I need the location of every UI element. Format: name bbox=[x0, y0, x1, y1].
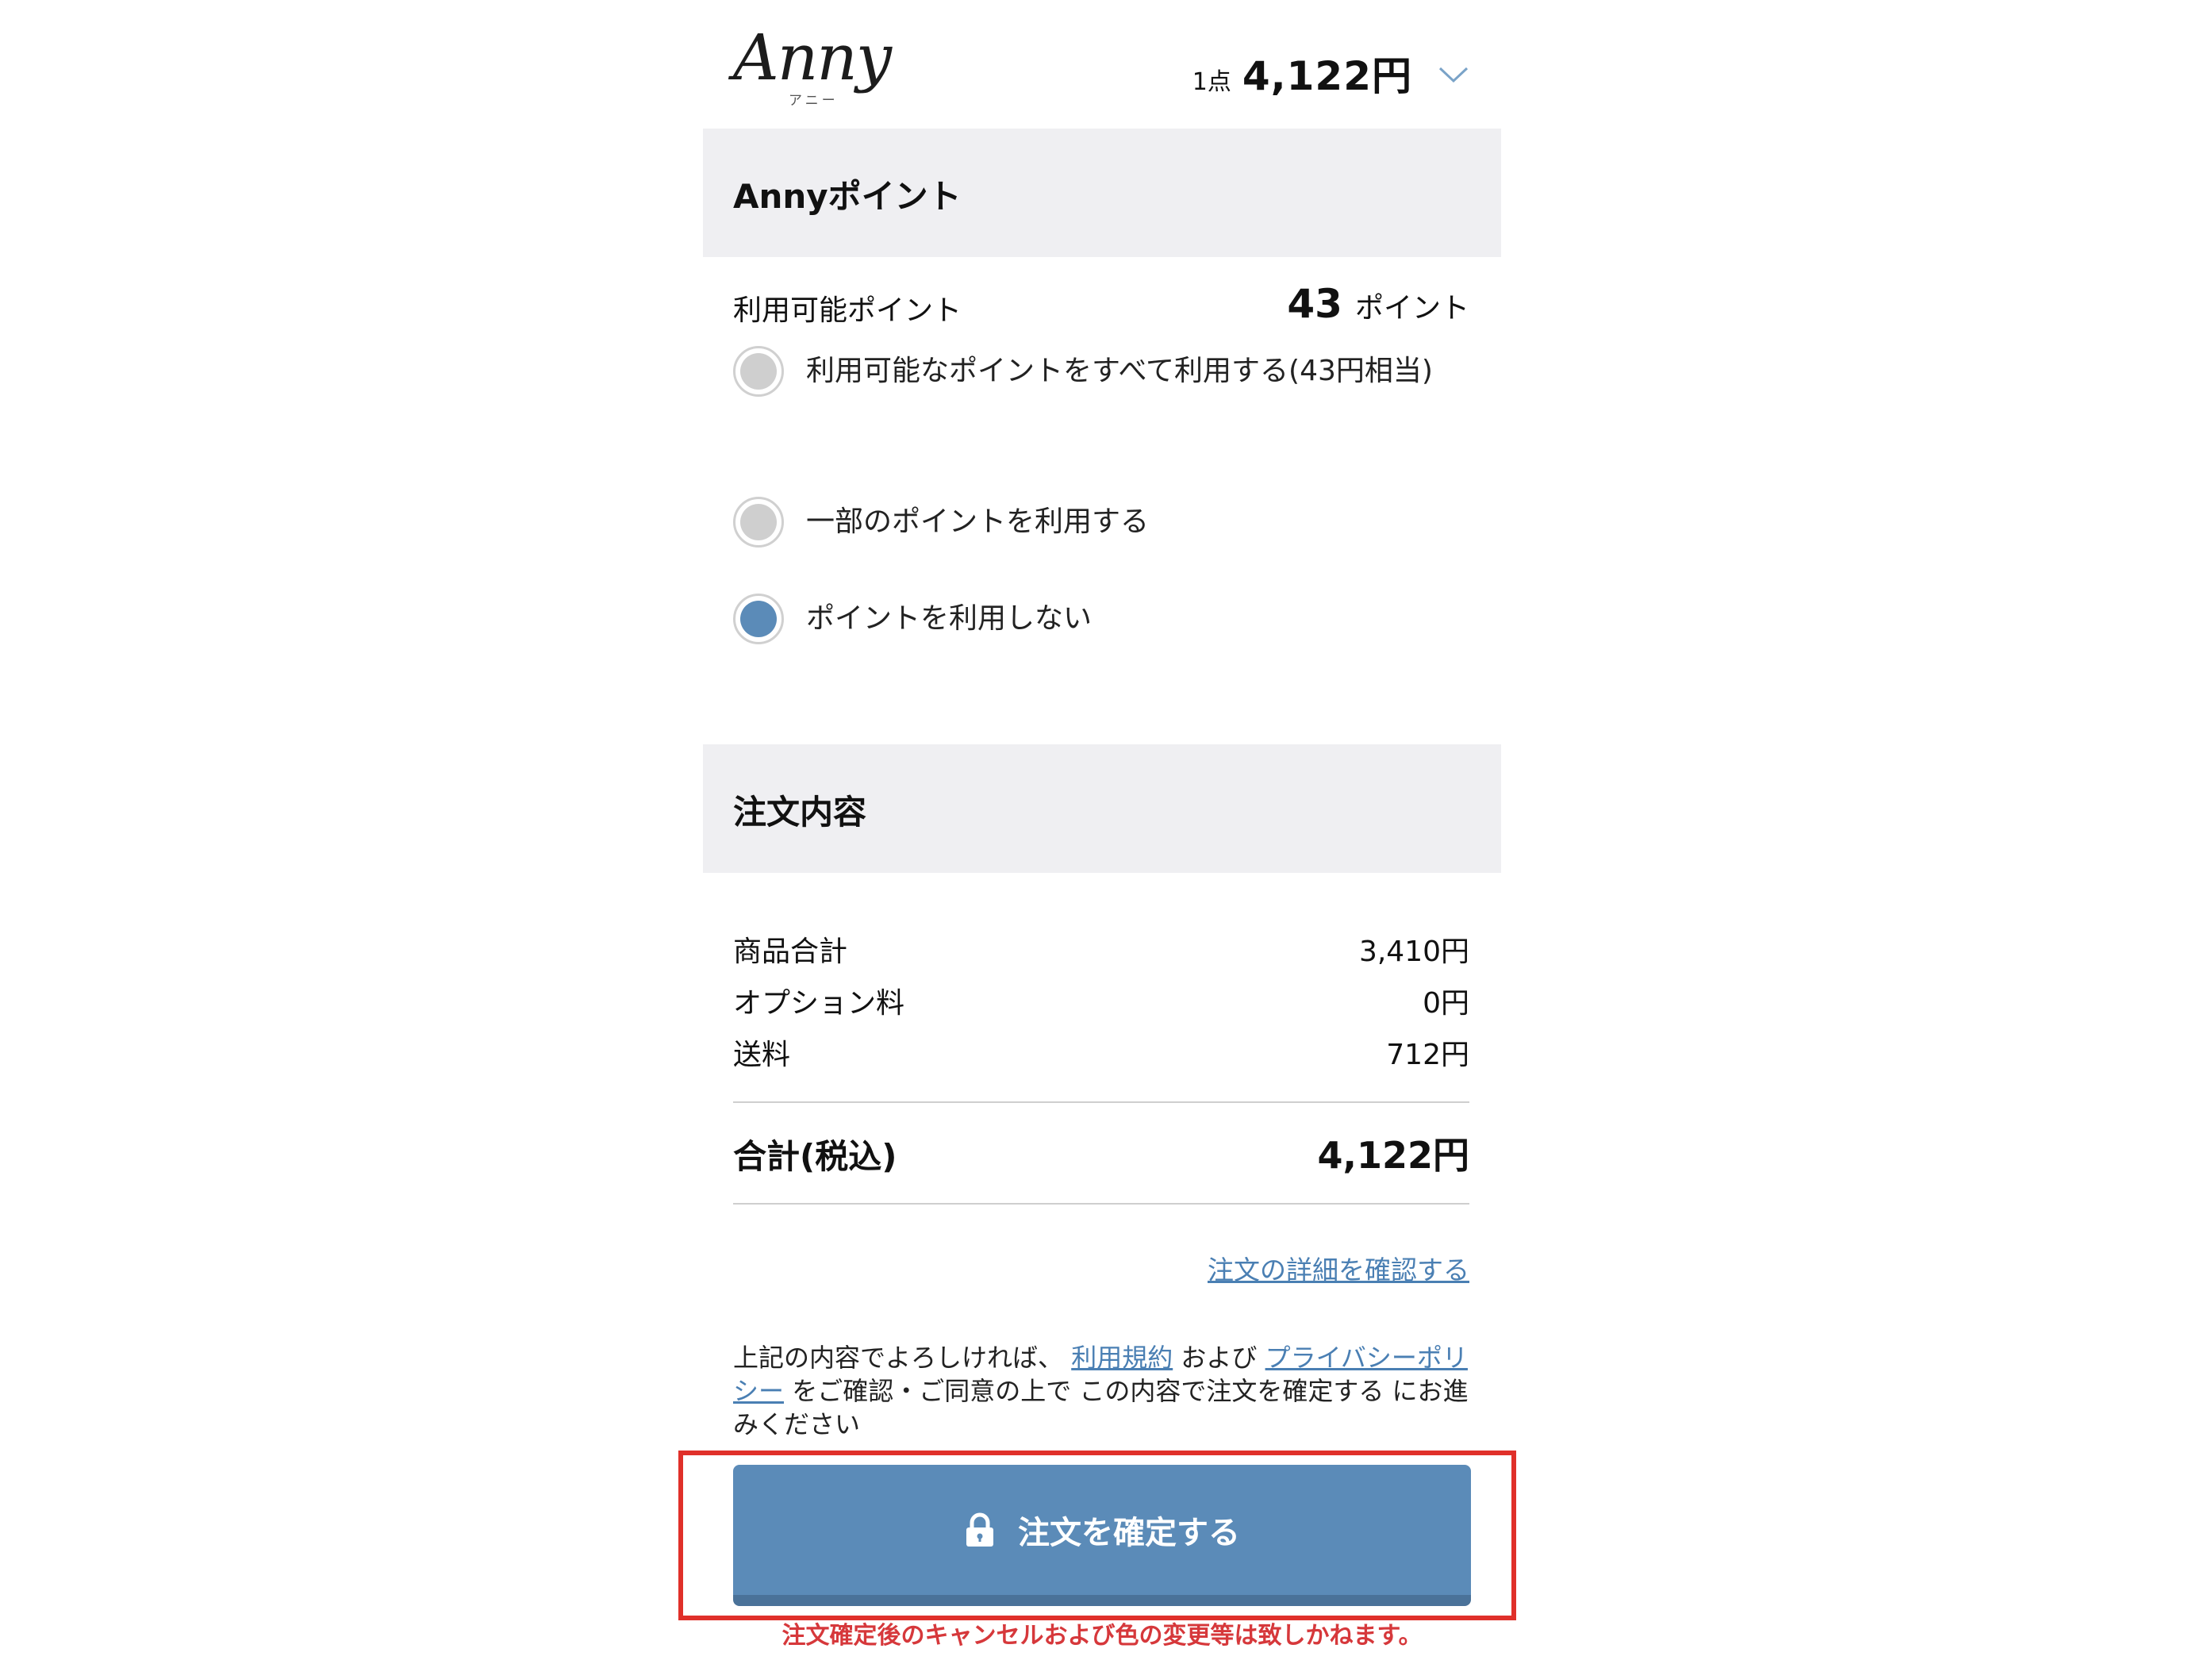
summary-value: 3,410円 bbox=[1358, 936, 1469, 968]
summary-value: 0円 bbox=[1423, 987, 1469, 1020]
available-points-unit: ポイント bbox=[1354, 292, 1469, 325]
radio-label: 利用可能なポイントをすべて利用する(43円相当) bbox=[806, 355, 1433, 387]
consent-text-2: および bbox=[1181, 1343, 1258, 1373]
terms-link[interactable]: 利用規約 bbox=[1071, 1343, 1173, 1373]
divider bbox=[733, 1101, 1469, 1103]
cart-summary[interactable]: 1点 4,122円 bbox=[1192, 44, 1412, 100]
radio-button[interactable] bbox=[733, 497, 784, 548]
total-value: 4,122円 bbox=[1317, 1134, 1469, 1177]
radio-button-selected[interactable] bbox=[733, 594, 784, 644]
summary-row-shipping: 送料 712円 bbox=[733, 1032, 1469, 1076]
available-points-number: 43 bbox=[1287, 281, 1342, 327]
logo-text: Anny bbox=[733, 21, 892, 94]
logo-kana: アニー bbox=[789, 93, 839, 109]
summary-label: 商品合計 bbox=[733, 936, 848, 968]
cancellation-warning: 注文確定後のキャンセルおよび色の変更等は致しかねます。 bbox=[781, 1622, 1423, 1650]
summary-total-row: 合計(税込) 4,122円 bbox=[733, 1127, 1469, 1182]
radio-label: ポイントを利用しない bbox=[806, 602, 1093, 635]
consent-text: 上記の内容でよろしければ、 利用規約 および プライバシーポリシー をご確認・ご… bbox=[733, 1341, 1469, 1441]
consent-text-3: をご確認・ご同意の上で この内容で注文を確定する にお進みください bbox=[733, 1376, 1469, 1439]
summary-label: オプション料 bbox=[733, 987, 905, 1020]
lock-icon bbox=[966, 1512, 993, 1547]
checkout-page: Anny アニー 1点 4,122円 Annyポイント 利用可能ポイント 43 … bbox=[0, 0, 2212, 1660]
order-section-title: 注文内容 bbox=[733, 793, 867, 832]
confirm-order-button[interactable]: 注文を確定する bbox=[733, 1465, 1471, 1606]
radio-label: 一部のポイントを利用する bbox=[806, 505, 1150, 538]
points-section-header: Annyポイント bbox=[703, 129, 1501, 257]
total-label: 合計(税込) bbox=[733, 1137, 897, 1176]
radio-no-points[interactable]: ポイントを利用しない bbox=[733, 594, 1469, 644]
header: Anny アニー 1点 4,122円 bbox=[703, 0, 1501, 129]
available-points-row: 利用可能ポイント 43 ポイント bbox=[733, 281, 1469, 329]
summary-value: 712円 bbox=[1386, 1039, 1469, 1071]
order-section-header: 注文内容 bbox=[703, 744, 1501, 873]
order-detail-link[interactable]: 注文の詳細を確認する bbox=[1208, 1249, 1469, 1287]
chevron-down-icon[interactable] bbox=[1438, 59, 1469, 90]
points-section-title: Annyポイント bbox=[733, 177, 962, 216]
radio-button[interactable] bbox=[733, 346, 784, 397]
anny-logo[interactable]: Anny アニー bbox=[733, 22, 900, 111]
summary-row-subtotal: 商品合計 3,410円 bbox=[733, 928, 1469, 973]
confirm-order-label: 注文を確定する bbox=[1018, 1515, 1240, 1551]
summary-row-options: オプション料 0円 bbox=[733, 980, 1469, 1024]
radio-use-all-points[interactable]: 利用可能なポイントをすべて利用する(43円相当) bbox=[733, 346, 1469, 397]
consent-text-1: 上記の内容でよろしければ、 bbox=[733, 1343, 1064, 1373]
available-points-value: 43 ポイント bbox=[1287, 281, 1469, 327]
cart-total: 4,122円 bbox=[1242, 53, 1412, 99]
divider bbox=[733, 1203, 1469, 1205]
summary-label: 送料 bbox=[733, 1039, 791, 1071]
available-points-label: 利用可能ポイント bbox=[733, 294, 962, 327]
cart-item-count: 1点 bbox=[1192, 68, 1231, 96]
radio-use-partial-points[interactable]: 一部のポイントを利用する bbox=[733, 497, 1469, 548]
